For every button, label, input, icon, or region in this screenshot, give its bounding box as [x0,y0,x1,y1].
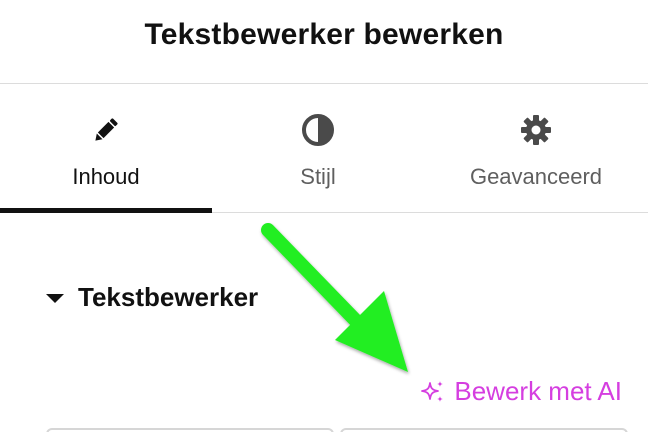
contrast-icon [300,112,336,148]
tab-label: Inhoud [72,164,140,189]
section-title: Tekstbewerker [78,282,259,312]
section-toggle[interactable]: Tekstbewerker [46,282,258,313]
edit-with-ai-label: Bewerk met AI [454,376,622,406]
tab-label: Geavanceerd [469,164,603,189]
page-title: Tekstbewerker bewerken [144,17,504,51]
pencil-icon [88,112,124,148]
tab-inhoud[interactable]: Inhoud [0,84,212,213]
tab-label: Stijl [300,164,336,189]
edit-with-ai-button[interactable]: Bewerk met AI [420,376,622,407]
editor-panel: Tekstbewerker bewerken Inhoud Stijl Geav… [0,0,648,432]
editor-toolbar-stub-left [46,428,334,432]
tab-geavanceerd[interactable]: Geavanceerd [424,84,648,212]
sparkle-icon [421,380,444,402]
caret-down-icon [46,294,64,303]
gear-icon [518,112,554,148]
editor-toolbar-stub-right [340,428,628,432]
panel-header: Tekstbewerker bewerken [0,0,648,84]
tab-stijl[interactable]: Stijl [212,84,424,212]
tab-bar: Inhoud Stijl Geavanceerd [0,84,648,213]
